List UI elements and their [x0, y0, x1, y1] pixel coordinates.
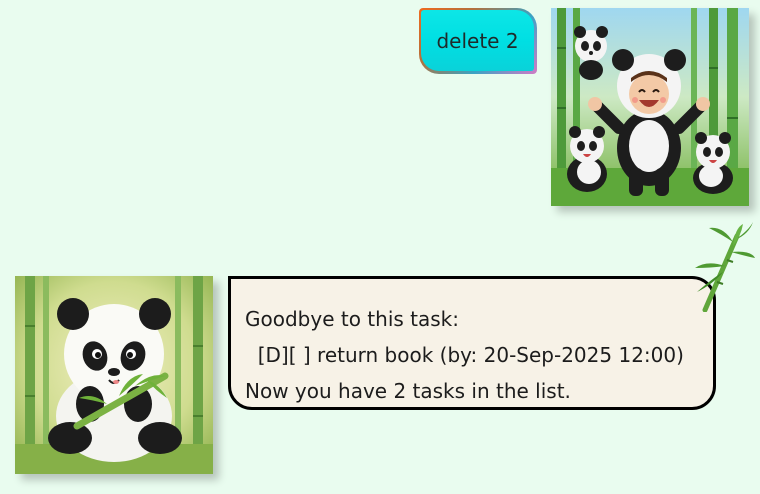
baby-panda-eating-bamboo-avatar — [15, 276, 213, 474]
bot-message-line-3: Now you have 2 tasks in the list. — [245, 379, 571, 403]
child-in-panda-costume-avatar — [551, 8, 749, 206]
bot-message-line-1: Goodbye to this task: — [245, 307, 459, 331]
bot-avatar — [15, 276, 213, 474]
bamboo-leaves-icon — [695, 222, 755, 312]
user-message-bubble: delete 2 — [419, 8, 537, 74]
bot-message-line-2: [D][ ] return book (by: 20-Sep-2025 12:0… — [245, 343, 684, 367]
user-avatar — [551, 8, 749, 206]
user-message-text: delete 2 — [421, 10, 534, 71]
bot-message-bubble: Goodbye to this task: [D][ ] return book… — [228, 276, 716, 410]
